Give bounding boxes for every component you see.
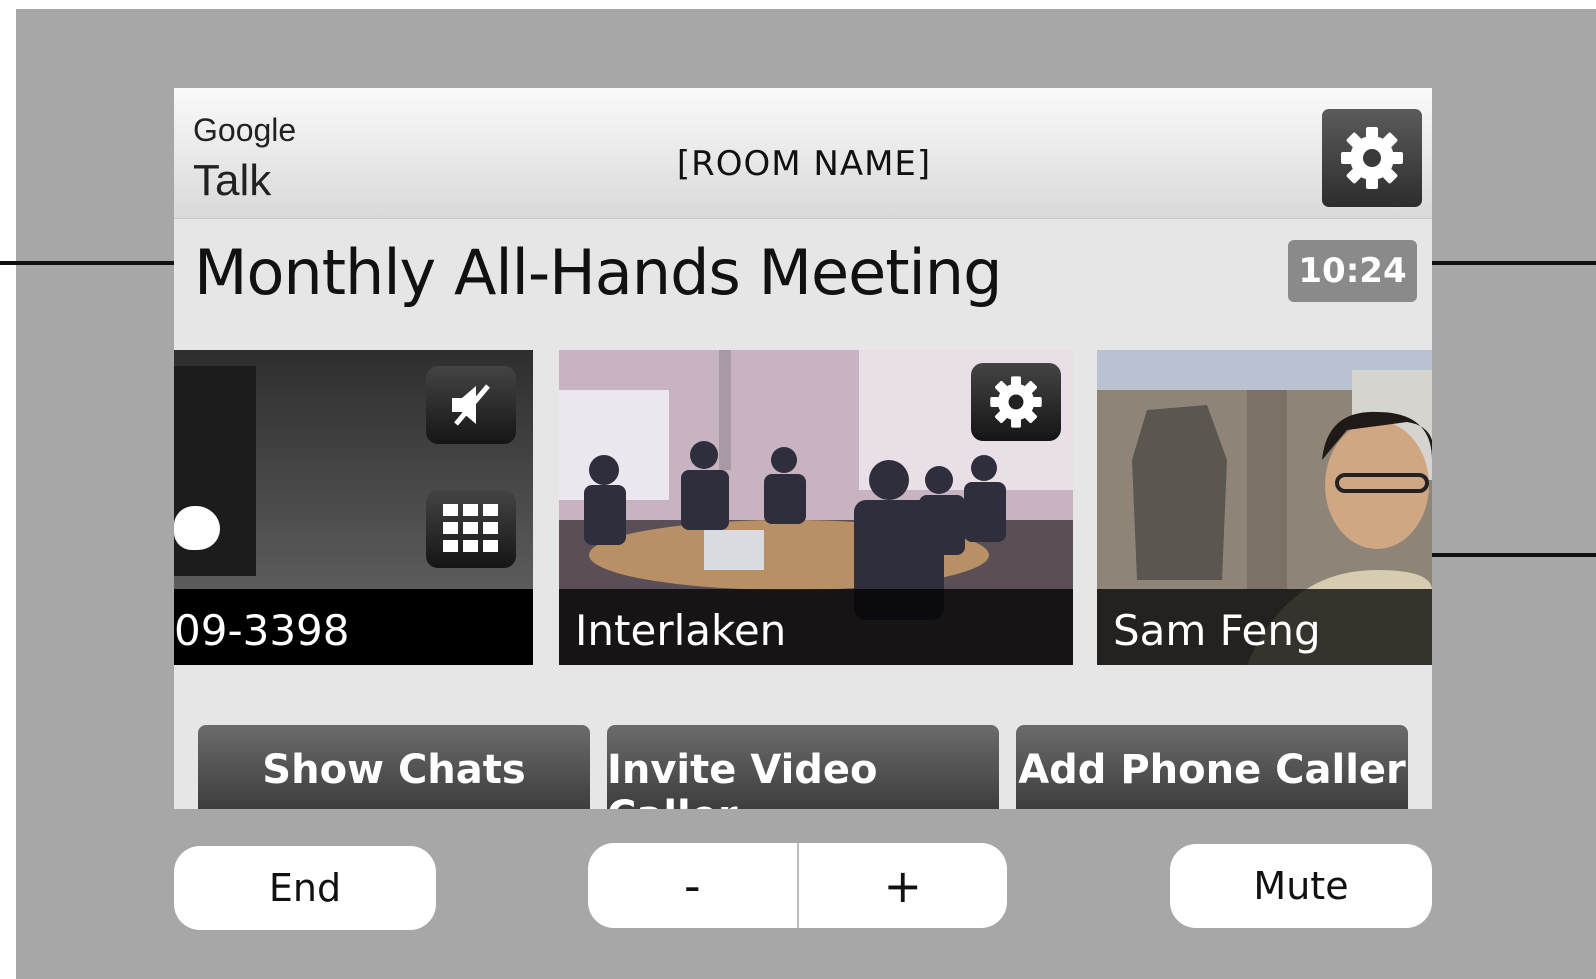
invite-video-caller-button[interactable]: Invite Video Caller	[607, 725, 999, 809]
participant-tile-room[interactable]: Interlaken	[559, 350, 1073, 665]
meeting-title: Monthly All-Hands Meeting	[194, 236, 1002, 309]
callout-line-left	[0, 261, 182, 265]
gear-icon	[990, 376, 1042, 428]
brand-google: Google	[193, 112, 297, 148]
settings-button[interactable]	[1322, 109, 1422, 207]
mute-participant-button[interactable]	[426, 366, 516, 444]
keypad-icon	[443, 504, 498, 552]
participant-label: Sam Feng	[1113, 606, 1321, 655]
participant-label: 09-3398	[174, 606, 350, 655]
volume-down-button[interactable]: -	[588, 843, 797, 928]
volume-stepper: - +	[588, 843, 1007, 928]
phone-caller-avatar	[174, 366, 256, 576]
participant-tile-person[interactable]: Sam Feng	[1097, 350, 1432, 665]
keypad-button[interactable]	[426, 490, 516, 568]
top-bar: Google Talk [ROOM NAME]	[174, 88, 1432, 219]
show-chats-button[interactable]: Show Chats	[198, 725, 590, 809]
add-phone-caller-button[interactable]: Add Phone Caller	[1016, 725, 1408, 809]
speaker-muted-icon	[452, 384, 490, 426]
meeting-timer: 10:24	[1288, 240, 1417, 302]
room-settings-button[interactable]	[971, 363, 1061, 441]
volume-up-button[interactable]: +	[799, 843, 1008, 928]
callout-line-right-bottom	[1408, 553, 1596, 557]
brand-talk: Talk	[193, 156, 272, 205]
gear-icon	[1341, 127, 1403, 189]
mute-button[interactable]: Mute	[1170, 844, 1432, 928]
end-call-button[interactable]: End	[174, 846, 436, 930]
participant-label: Interlaken	[575, 606, 787, 655]
callout-line-right-top	[1420, 261, 1596, 265]
room-name: [ROOM NAME]	[676, 144, 932, 184]
participant-tile-phone[interactable]: 09-3398	[174, 350, 533, 665]
touch-screen: Google Talk [ROOM NAME] Monthly All-Hand…	[174, 88, 1432, 809]
